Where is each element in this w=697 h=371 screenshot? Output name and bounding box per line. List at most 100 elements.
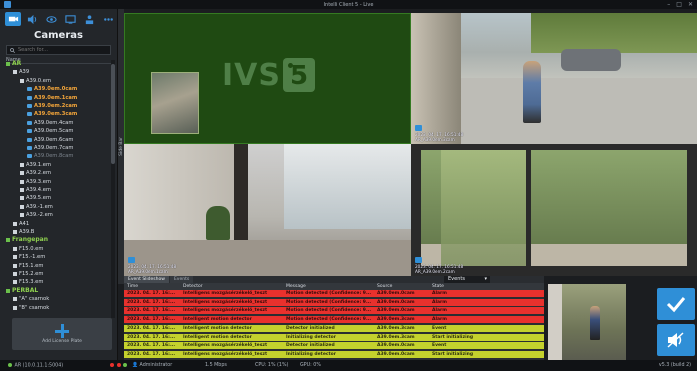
scene-plant xyxy=(206,206,230,240)
alarm-indicator-icon xyxy=(116,363,121,367)
tree-item[interactable]: A39.B xyxy=(13,228,34,236)
tile-overlay: 2023. 04. 17. 16:51:48 AR_A39.0em.2cam xyxy=(415,264,463,274)
video-tile-lobby[interactable]: 2023. 04. 17. 16:51:48 AR_A39.0em.1cam xyxy=(124,144,411,276)
acknowledge-button[interactable] xyxy=(657,288,695,320)
event-cell: 2023. 04. 17. 16:... xyxy=(127,325,176,331)
ok-indicator-icon xyxy=(123,363,128,367)
tree-item[interactable]: A39.-2.em xyxy=(20,211,53,219)
event-row[interactable]: 2023. 04. 17. 16:... Intelligent motion d… xyxy=(124,324,544,332)
cameras-tab-button[interactable] xyxy=(5,12,21,26)
layout-tab-button[interactable] xyxy=(62,12,78,26)
users-tab-button[interactable] xyxy=(81,12,97,26)
video-tile-ivs[interactable]: IVS 5 xyxy=(124,13,411,144)
version: v5.3 (build 2) xyxy=(658,363,691,368)
snapshot-wall xyxy=(548,284,562,360)
alert-indicators xyxy=(110,363,128,369)
tile-camera-name: AR_A39.0em.3cam xyxy=(415,137,455,142)
tree-item[interactable]: "B" csarnok xyxy=(13,304,49,312)
user-name: Administrator xyxy=(139,363,173,368)
tree-item[interactable]: A39.-1.em xyxy=(20,203,53,211)
tree-item[interactable]: A39.0em.2cam xyxy=(27,102,77,110)
tree-item[interactable]: A39 xyxy=(13,68,29,76)
tree-item-label: A39.-1.em xyxy=(26,203,53,210)
tree-item[interactable]: A39.5.em xyxy=(20,194,51,202)
alarm-indicator-icon xyxy=(110,363,114,367)
event-cell: Intelligent motion detector xyxy=(183,334,252,340)
column-header[interactable]: Source xyxy=(374,283,429,290)
column-header[interactable]: State xyxy=(429,283,544,290)
camera-icon xyxy=(27,112,32,117)
tree-item[interactable]: A39.0.em xyxy=(20,77,51,85)
tree-item[interactable]: A39.3.em xyxy=(20,178,51,186)
tree-item[interactable]: A39.0em.8cam xyxy=(27,152,73,160)
view-tab-button[interactable] xyxy=(43,12,59,26)
tree-item[interactable]: A39.0em.1cam xyxy=(27,94,77,102)
video-tile-street[interactable]: 2023. 04. 17. 16:51:48 AR_A39.0em.3cam xyxy=(411,13,697,144)
tree-item[interactable]: A41 xyxy=(13,220,29,228)
scrollbar-thumb[interactable] xyxy=(111,64,115,164)
tree-item[interactable]: A39.0em.6cam xyxy=(27,136,73,144)
close-icon[interactable]: ✕ xyxy=(688,1,693,8)
event-row[interactable]: 2023. 04. 17. 16:... Intelligens mozgásér… xyxy=(124,350,544,358)
tree-item[interactable]: AR xyxy=(6,60,21,68)
event-row[interactable]: 2023. 04. 17. 16:... Intelligent motion d… xyxy=(124,333,544,341)
event-row[interactable]: 2023. 04. 17. 16:... Intelligens mozgásér… xyxy=(124,307,544,315)
tree-item[interactable]: F15.-1.em xyxy=(13,253,45,261)
tree-item-label: A39.1.em xyxy=(26,161,51,168)
event-cell: Intelligens mozgásérzékelő_teszt xyxy=(183,291,268,296)
tree-item[interactable]: A39.0em.5cam xyxy=(27,127,73,135)
camera-search[interactable] xyxy=(6,45,111,55)
add-license-plate-button[interactable]: Add License Plate xyxy=(12,318,112,350)
tab-event-slideshow[interactable]: Event Slideshow xyxy=(124,276,169,283)
cpu-usage: CPU: 1% (1%) xyxy=(255,363,289,368)
search-input[interactable] xyxy=(18,47,108,53)
tree-item-label: A39.0em.0cam xyxy=(34,86,78,93)
tree-item[interactable]: A39.4.em xyxy=(20,186,51,194)
column-header[interactable]: Message xyxy=(283,283,374,290)
event-cell: Initializing detector xyxy=(286,351,336,357)
column-header[interactable]: Time xyxy=(124,283,180,290)
event-cell: 2023. 04. 17. 16:... xyxy=(127,291,176,296)
tile-overlay: 2023. 04. 17. 16:51:48 AR_A39.0em.1cam xyxy=(128,264,176,274)
tree-item[interactable]: F15.2.em xyxy=(13,270,43,278)
camera-icon xyxy=(27,95,32,100)
event-row[interactable]: 2023. 04. 17. 16:... Intelligent motion d… xyxy=(124,316,544,324)
video-tile-entrance[interactable]: 2023. 04. 17. 16:51:48 AR_A39.0em.2cam xyxy=(411,144,697,276)
tree-item-label: A39.0.em xyxy=(26,77,51,84)
event-cell: A39.0em.0cam xyxy=(377,351,415,357)
event-row[interactable]: 2023. 04. 17. 16:... Intelligens mozgásér… xyxy=(124,290,544,297)
event-snapshot[interactable] xyxy=(548,284,626,360)
tree-item-label: A39.0em.5cam xyxy=(34,128,74,135)
tree-item[interactable]: A39.0em.3cam xyxy=(27,110,77,118)
minimize-icon[interactable]: – xyxy=(667,1,670,8)
tree-item[interactable]: F15.1.em xyxy=(13,262,43,270)
folder-icon xyxy=(20,179,24,184)
tree-scrollbar[interactable] xyxy=(111,60,115,318)
tree-item[interactable]: A39.2.em xyxy=(20,169,51,177)
window-controls: – □ ✕ xyxy=(667,1,693,8)
tab-events[interactable]: Events xyxy=(169,276,194,283)
tree-item[interactable]: F15.3.em xyxy=(13,278,43,286)
more-tab-button[interactable] xyxy=(100,12,116,26)
event-row[interactable]: 2023. 04. 17. 16:... Intelligens mozgásér… xyxy=(124,342,544,350)
tree-item[interactable]: PERBAL xyxy=(6,287,38,295)
event-row[interactable]: 2023. 04. 17. 16:... Intelligens mozgásér… xyxy=(124,298,544,306)
column-header[interactable]: Detector xyxy=(180,283,283,290)
side-bar-label: Side Bar xyxy=(118,137,124,156)
tree-item[interactable]: A39.0em.7cam xyxy=(27,144,73,152)
mute-alarm-button[interactable] xyxy=(657,324,695,356)
event-cell: Detector initialized xyxy=(286,325,335,331)
camera-icon xyxy=(27,137,32,142)
camera-icon xyxy=(27,129,32,134)
maximize-icon[interactable]: □ xyxy=(676,1,682,8)
audio-tab-button[interactable] xyxy=(24,12,40,26)
tree-item[interactable]: F15.0.em xyxy=(13,245,43,253)
tree-item[interactable]: Frangepan xyxy=(6,236,48,244)
tree-item[interactable]: "A" csarnok xyxy=(13,295,49,303)
users-icon xyxy=(85,14,93,24)
tree-item[interactable]: A39.1.em xyxy=(20,161,51,169)
panel-title: Cameras xyxy=(34,30,83,41)
events-filter-select[interactable]: Events ▾ xyxy=(444,276,490,283)
tree-item[interactable]: A39.0em.4cam xyxy=(27,119,73,127)
tree-item[interactable]: A39.0em.0cam xyxy=(27,85,77,93)
